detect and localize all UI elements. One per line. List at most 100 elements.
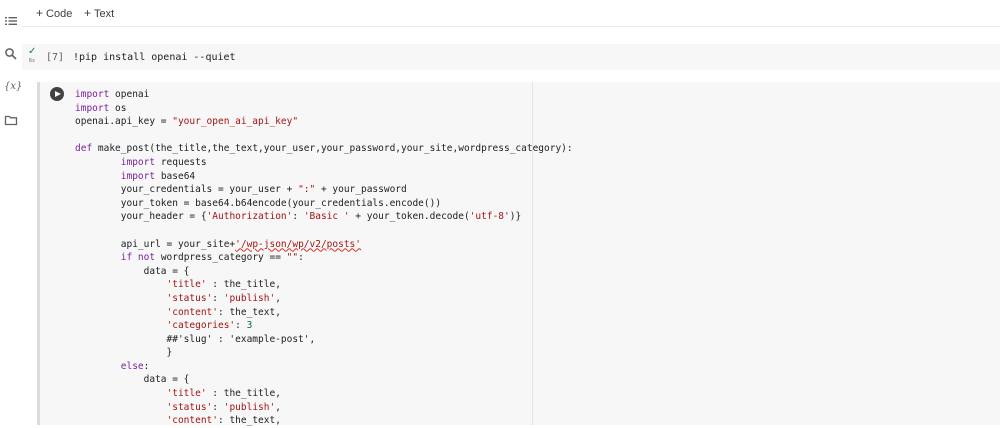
code-editor[interactable]: import openai import os openai.api_key = "… — [75, 88, 573, 428]
code-line[interactable]: openai.api_key = "your_open_ai_api_key" — [75, 115, 573, 129]
code-line[interactable]: import requests — [75, 156, 573, 170]
code-line[interactable] — [75, 129, 573, 143]
code-token: + your_password — [315, 184, 407, 196]
code-token: : — [143, 360, 150, 372]
code-token: "your_open_ai_api_key" — [172, 116, 299, 128]
code-token: )} — [509, 211, 522, 223]
code-token: + your_token.decode( — [349, 211, 470, 223]
code-token: 'Authorization' — [206, 211, 293, 223]
code-token: your_credentials = your_user + — [75, 184, 299, 196]
code-token: 'categories' — [166, 320, 236, 332]
code-token: } — [75, 347, 173, 359]
code-token: : the_title, — [206, 388, 281, 400]
code-token: '/wp-json/wp/v2/posts' — [235, 238, 361, 250]
code-token: "" — [286, 252, 299, 264]
left-sidebar: {x} — [0, 0, 22, 425]
code-token: 3 — [246, 320, 253, 332]
code-line[interactable]: your_token = base64.b64encode(your_crede… — [75, 197, 573, 211]
code-line[interactable]: import openai — [75, 88, 573, 102]
code-line[interactable]: 'status': 'publish', — [75, 292, 573, 306]
code-line[interactable] — [75, 224, 573, 238]
code-token: : — [212, 401, 224, 413]
code-token: 'title' — [166, 279, 207, 291]
code-line[interactable]: } — [75, 346, 573, 360]
code-token: os — [109, 102, 127, 114]
code-line[interactable]: api_url = your_site+'/wp-json/wp/v2/post… — [75, 238, 573, 252]
code-token: 'Basic ' — [303, 211, 350, 223]
code-token: openai.api_key = — [75, 116, 173, 128]
code-token: api_url = your_site+ — [75, 238, 236, 250]
code-token: : the_text, — [218, 306, 281, 318]
code-line[interactable]: else: — [75, 360, 573, 374]
code-line[interactable]: 'status': 'publish', — [75, 401, 573, 415]
code-token: base64 — [155, 170, 196, 182]
code-line[interactable]: 'content': the_text, — [75, 414, 573, 428]
code-token: 'status' — [166, 401, 213, 413]
code-line[interactable]: def make_post(the_title,the_text,your_us… — [75, 142, 573, 156]
check-icon: ✓ — [28, 46, 37, 57]
add-code-button[interactable]: + Code — [36, 6, 72, 20]
code-token: import — [75, 102, 110, 114]
code-token: your_header = { — [75, 211, 207, 223]
code-line[interactable]: if not wordpress_category == "": — [75, 251, 573, 265]
code-token: : — [292, 211, 304, 223]
search-icon[interactable] — [4, 47, 18, 61]
code-line[interactable]: !pip install openai --quiet — [73, 52, 236, 63]
code-token: requests — [155, 156, 207, 168]
code-token: data = { — [75, 265, 190, 277]
code-line[interactable]: your_header = {'Authorization': 'Basic '… — [75, 210, 573, 224]
code-line[interactable]: 'content': the_text, — [75, 306, 573, 320]
code-line[interactable]: 'title' : the_title, — [75, 387, 573, 401]
code-token: 'publish' — [223, 401, 276, 413]
code-token: : — [212, 292, 224, 304]
code-token: data = { — [75, 374, 190, 386]
code-token: import — [75, 89, 110, 100]
code-token: : — [235, 320, 247, 332]
add-code-label: Code — [46, 8, 73, 20]
code-cell-make-post[interactable]: import openai import os openai.api_key = "… — [37, 82, 1000, 428]
code-line[interactable]: data = { — [75, 373, 573, 387]
code-token: , — [275, 401, 281, 413]
code-line[interactable]: 'title' : the_title, — [75, 278, 573, 292]
code-token: your_token = base64.b64encode(your_crede… — [75, 197, 442, 209]
code-line[interactable]: your_credentials = your_user + ":" + you… — [75, 183, 573, 197]
code-token: ##'slug' : 'example-post', — [75, 333, 316, 345]
code-token: def — [75, 143, 98, 155]
code-token: ":" — [298, 184, 316, 196]
code-line[interactable]: import base64 — [75, 170, 573, 184]
code-token: openai — [109, 89, 150, 100]
plus-icon: + — [84, 6, 92, 20]
code-token: wordpress_category == — [155, 252, 287, 264]
code-token: else — [120, 360, 144, 372]
code-line[interactable]: import os — [75, 102, 573, 116]
table-of-contents-icon[interactable] — [4, 14, 18, 28]
add-text-button[interactable]: + Text — [84, 6, 114, 20]
folder-icon[interactable] — [4, 113, 18, 127]
code-cell-pip-install[interactable]: ✓ 6s [7] !pip install openai --quiet — [22, 44, 1000, 70]
code-line[interactable]: 'categories': 3 — [75, 319, 573, 333]
code-token: 'utf-8' — [469, 211, 510, 223]
code-line[interactable]: data = { — [75, 265, 573, 279]
code-token: make_post(the_title,the_text,your_user,y… — [97, 143, 573, 155]
code-token: , — [275, 292, 281, 304]
code-token: if not — [120, 252, 156, 264]
plus-icon: + — [36, 6, 44, 20]
execution-time: 6s — [29, 58, 36, 64]
run-cell-button[interactable] — [50, 87, 64, 101]
code-token: 'status' — [166, 292, 213, 304]
toolbar: + Code + Text — [22, 0, 1000, 27]
code-token: 'title' — [166, 388, 207, 400]
code-line[interactable]: ##'slug' : 'example-post', — [75, 333, 573, 347]
variables-icon[interactable]: {x} — [4, 80, 22, 94]
code-token: : — [298, 252, 304, 264]
code-token: import — [120, 170, 156, 182]
add-text-label: Text — [94, 8, 115, 20]
